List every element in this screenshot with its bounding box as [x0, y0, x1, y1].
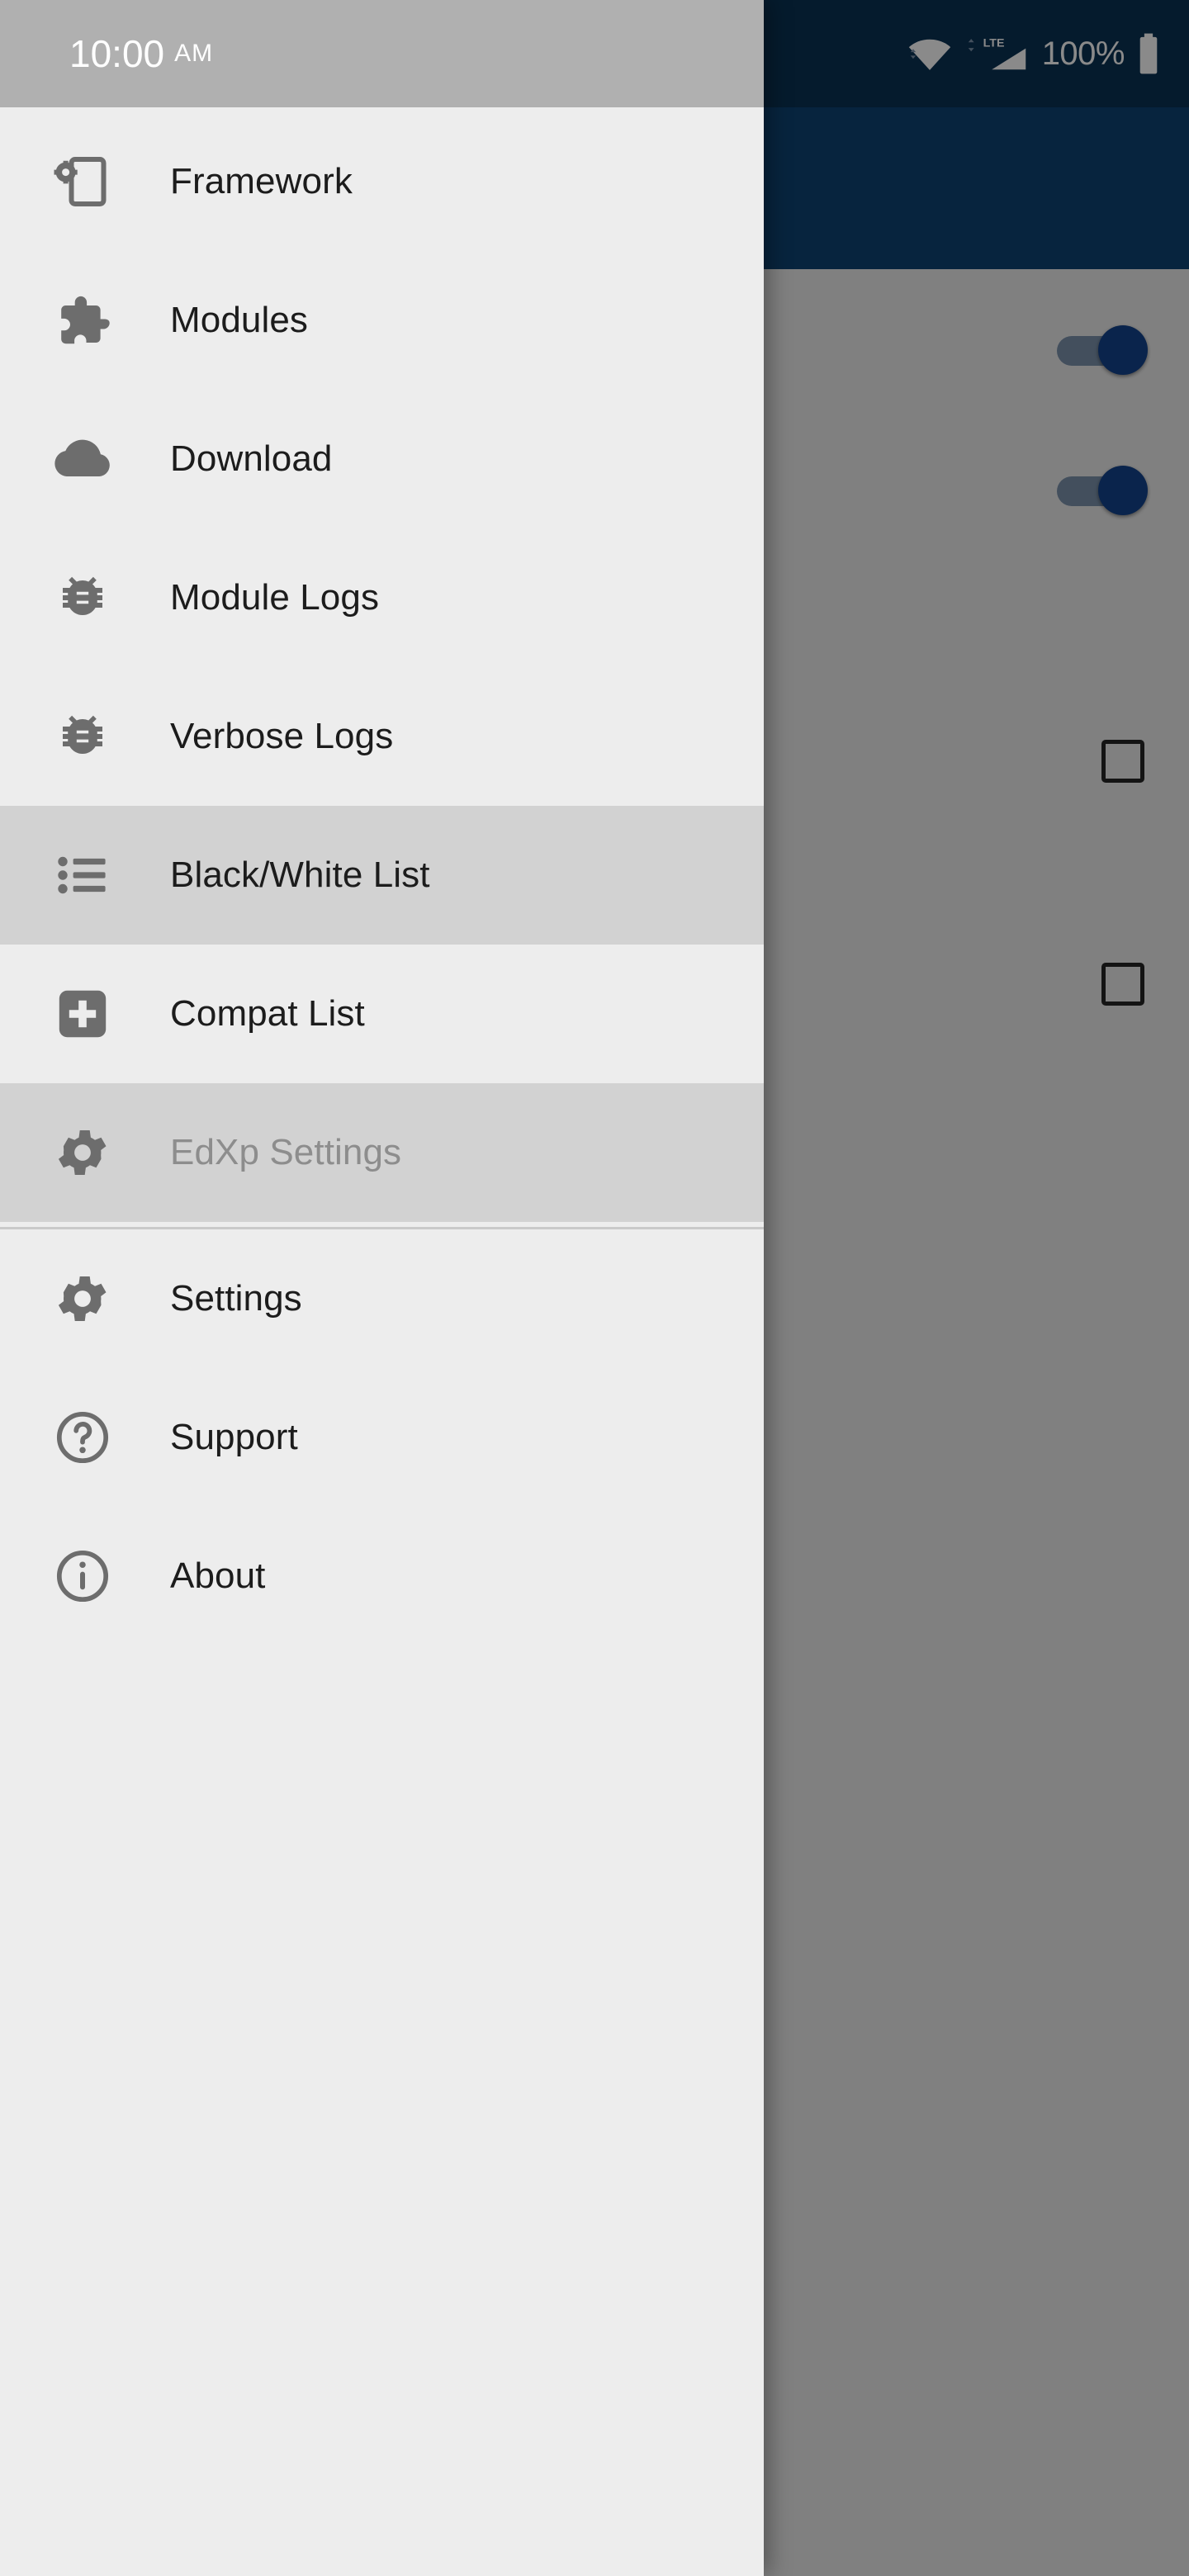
sidebar-item-edxp-settings[interactable]: EdXp Settings	[0, 1083, 764, 1222]
sidebar-item-label: Download	[170, 438, 333, 479]
cloud-icon	[43, 419, 122, 499]
sidebar-item-module-logs[interactable]: Module Logs	[0, 528, 764, 667]
puzzle-piece-icon	[43, 281, 122, 360]
gear-icon	[43, 1259, 122, 1338]
sidebar-item-label: Module Logs	[170, 577, 380, 618]
drawer-primary-list: Framework Modules Download Module Logs V…	[0, 112, 764, 1222]
sidebar-item-label: Framework	[170, 161, 353, 201]
phone-gear-icon	[43, 142, 122, 221]
sidebar-item-download[interactable]: Download	[0, 390, 764, 528]
bug-icon	[43, 697, 122, 776]
plus-square-icon	[43, 974, 122, 1054]
bug-icon	[43, 558, 122, 637]
status-bar-clock-ampm: AM	[174, 40, 214, 67]
sidebar-item-label: Support	[170, 1417, 298, 1457]
info-circle-icon	[43, 1537, 122, 1616]
sidebar-item-about[interactable]: About	[0, 1507, 764, 1646]
help-circle-icon	[43, 1398, 122, 1477]
sidebar-item-verbose-logs[interactable]: Verbose Logs	[0, 667, 764, 806]
status-bar-clock: 10:00	[69, 32, 165, 75]
drawer-status-bar: 10:00 AM	[0, 0, 764, 107]
drawer-footer-list: Settings Support About	[0, 1229, 764, 1646]
sidebar-item-black-white-list[interactable]: Black/White List	[0, 806, 764, 945]
sidebar-item-label: Compat List	[170, 993, 365, 1034]
sidebar-item-framework[interactable]: Framework	[0, 112, 764, 251]
gear-icon	[43, 1113, 122, 1192]
list-bullets-icon	[43, 836, 122, 915]
sidebar-item-support[interactable]: Support	[0, 1368, 764, 1507]
sidebar-item-modules[interactable]: Modules	[0, 251, 764, 390]
sidebar-item-settings[interactable]: Settings	[0, 1229, 764, 1368]
navigation-drawer: 10:00 AM Framework Modules Download Modu…	[0, 0, 764, 2576]
sidebar-item-label: EdXp Settings	[170, 1132, 402, 1172]
sidebar-item-label: About	[170, 1556, 266, 1596]
sidebar-item-label: Modules	[170, 300, 309, 340]
sidebar-item-compat-list[interactable]: Compat List	[0, 945, 764, 1083]
sidebar-item-label: Settings	[170, 1278, 302, 1319]
sidebar-item-label: Black/White List	[170, 855, 430, 895]
sidebar-item-label: Verbose Logs	[170, 716, 394, 756]
